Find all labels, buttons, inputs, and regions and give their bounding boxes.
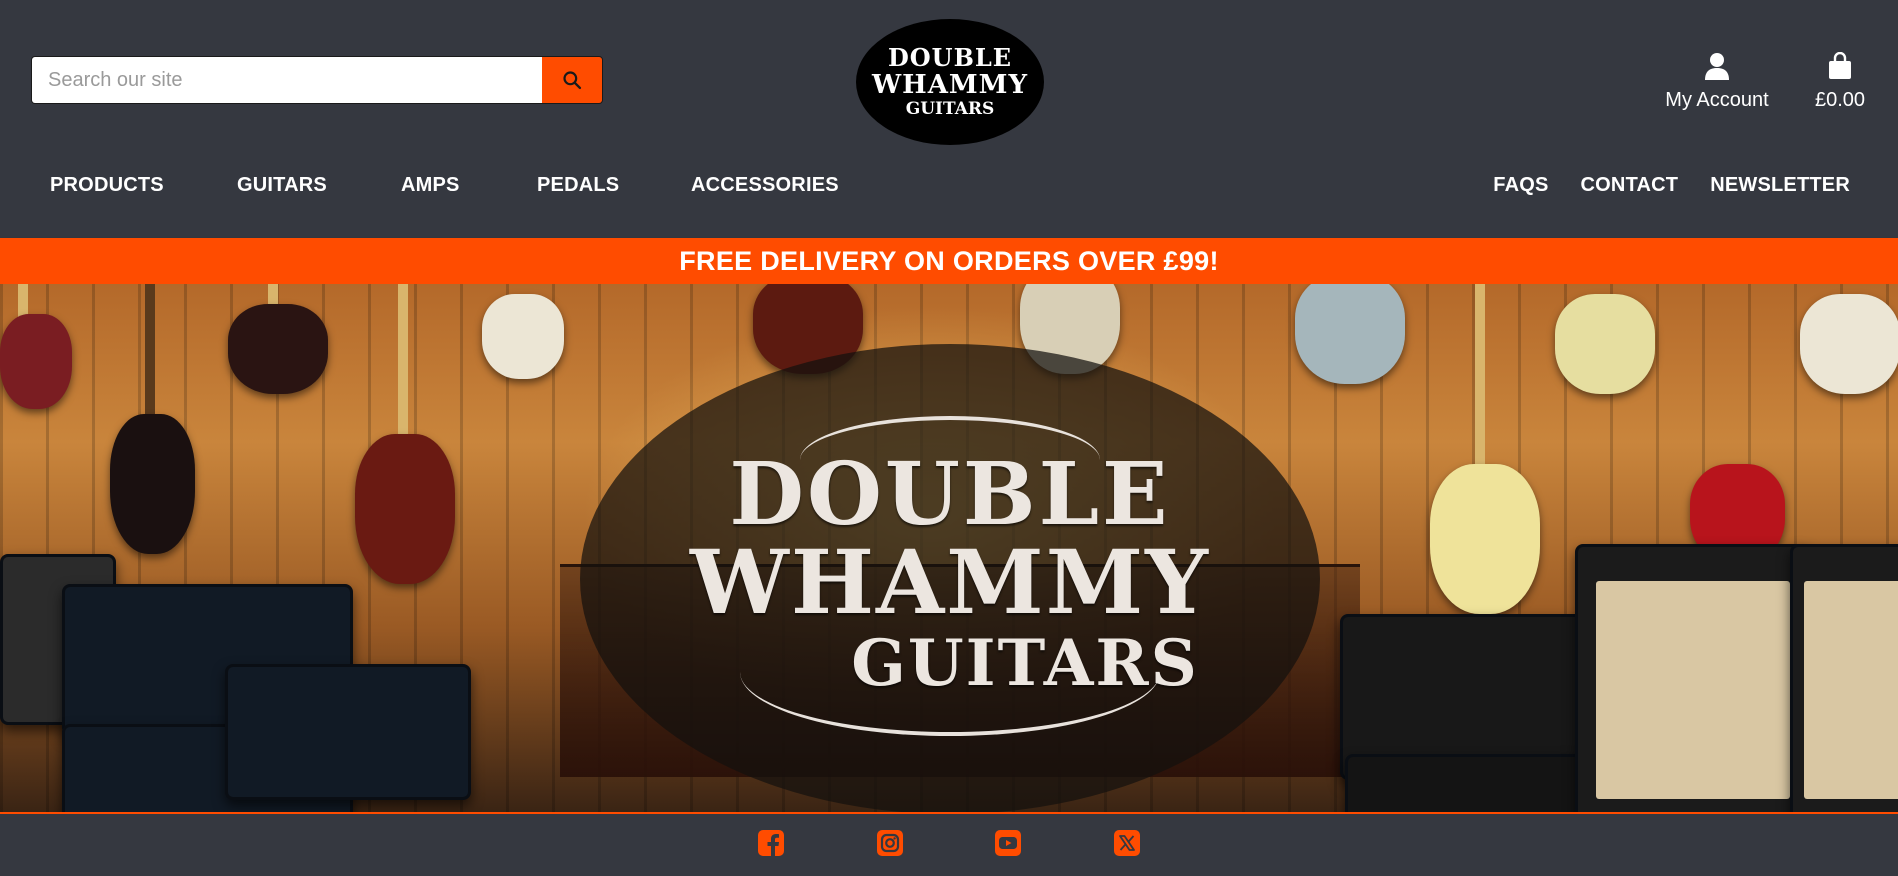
cart-total: £0.00 [1814, 89, 1866, 111]
instagram-icon [876, 830, 903, 856]
nav-newsletter[interactable]: NEWSLETTER [1710, 174, 1850, 197]
logo-line-3: GUITARS [905, 99, 995, 119]
free-delivery-text: FREE DELIVERY ON ORDERS OVER £99! [679, 245, 1219, 276]
user-icon [1705, 53, 1729, 80]
nav-faqs[interactable]: FAQS [1493, 174, 1548, 197]
logo-arc-bottom [740, 672, 1160, 736]
my-account-label: My Account [1665, 89, 1769, 111]
my-account-link[interactable]: My Account [1664, 52, 1770, 112]
instagram-link[interactable] [875, 828, 905, 858]
secondary-nav: FAQS CONTACT NEWSLETTER [1461, 174, 1850, 197]
hero-logo-line-2: WHAMMY [690, 530, 1210, 634]
main-nav: PRODUCTS GUITARS AMPS PEDALS ACCESSORIES [50, 174, 839, 197]
search-form [31, 56, 603, 104]
logo-arc-top [800, 416, 1100, 460]
facebook-link[interactable] [756, 828, 786, 858]
x-icon [1113, 830, 1140, 856]
site-footer [0, 812, 1898, 876]
search-icon [563, 71, 582, 90]
facebook-icon [758, 830, 785, 857]
site-header: DOUBLE WHAMMY GUITARS My Account £0.00 P… [0, 0, 1898, 238]
search-button[interactable] [542, 57, 602, 103]
nav-contact[interactable]: CONTACT [1581, 174, 1679, 197]
search-input[interactable] [32, 57, 542, 103]
nav-pedals[interactable]: PEDALS [537, 174, 691, 197]
youtube-icon [995, 830, 1022, 856]
nav-products[interactable]: PRODUCTS [50, 174, 237, 197]
logo-line-2: WHAMMY [871, 70, 1029, 100]
hero-logo-overlay: DOUBLE WHAMMY GUITARS [580, 344, 1320, 812]
free-delivery-banner: FREE DELIVERY ON ORDERS OVER £99! [0, 238, 1898, 284]
logo-line-1: DOUBLE [887, 43, 1013, 72]
youtube-link[interactable] [993, 828, 1023, 858]
shopping-bag-icon [1829, 51, 1851, 79]
hero-image: DOUBLE WHAMMY GUITARS [0, 284, 1898, 812]
cart-link[interactable]: £0.00 [1810, 51, 1870, 112]
x-link[interactable] [1112, 828, 1142, 858]
nav-amps[interactable]: AMPS [401, 174, 537, 197]
social-links [714, 828, 1183, 862]
site-logo[interactable]: DOUBLE WHAMMY GUITARS [856, 19, 1044, 145]
hero-logo-line-1: DOUBLE [729, 444, 1171, 545]
nav-guitars[interactable]: GUITARS [237, 174, 401, 197]
nav-accessories[interactable]: ACCESSORIES [691, 174, 839, 197]
